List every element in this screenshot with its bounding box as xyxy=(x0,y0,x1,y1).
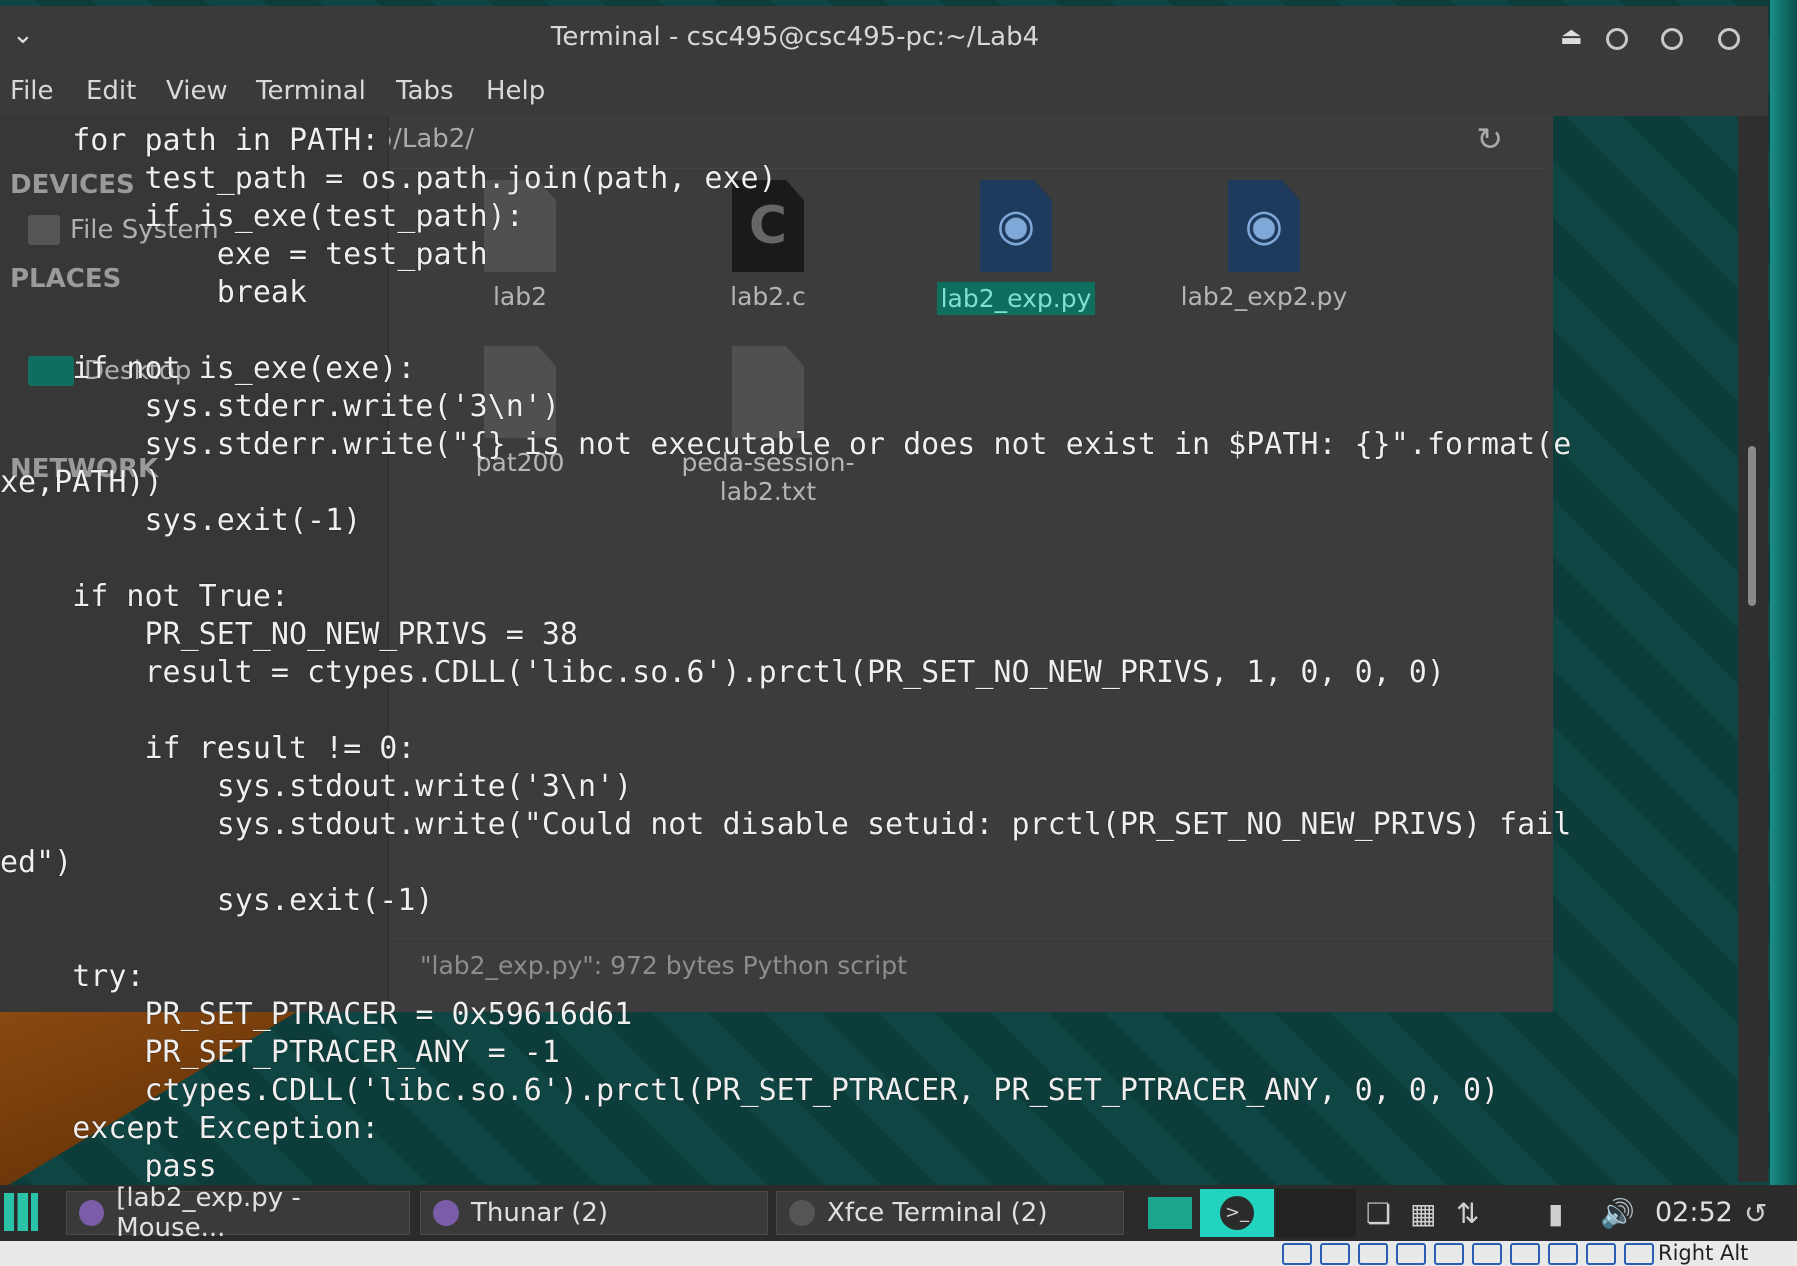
terminal-output[interactable]: for path in PATH: test_path = os.path.jo… xyxy=(0,116,1738,1182)
host-key-label: Right Alt xyxy=(1658,1241,1749,1265)
optical-icon[interactable] xyxy=(1320,1243,1350,1265)
menu-bar: File Edit View Terminal Tabs Help xyxy=(0,68,1768,116)
window-title: Terminal - csc495@csc495-pc:~/Lab4 xyxy=(550,22,1040,52)
terminal-line: result = ctypes.CDLL('libc.so.6').prctl(… xyxy=(0,655,1445,690)
menu-view[interactable]: View xyxy=(166,76,228,106)
task-thunar[interactable]: Thunar (2) xyxy=(420,1191,768,1235)
terminal-line: sys.exit(-1) xyxy=(0,503,362,538)
logout-icon[interactable]: ↺ xyxy=(1744,1197,1767,1230)
terminal-line: sys.exit(-1) xyxy=(0,883,434,918)
clipboard-icon[interactable]: ❏ xyxy=(1366,1197,1391,1230)
terminal-line: test_path = os.path.join(path, exe) xyxy=(0,161,777,196)
terminal-line: if result != 0: xyxy=(0,731,416,766)
menu-file[interactable]: File xyxy=(10,76,54,106)
volume-icon[interactable]: 🔊 xyxy=(1600,1197,1635,1230)
terminal-line: sys.stdout.write('3\n') xyxy=(0,769,633,804)
terminal-scrollbar[interactable] xyxy=(1738,116,1768,1182)
task-mousepad[interactable]: [lab2_exp.py - Mouse... xyxy=(66,1183,410,1243)
task-label: [lab2_exp.py - Mouse... xyxy=(116,1183,301,1243)
terminal-line: try: xyxy=(0,959,145,994)
menu-edit[interactable]: Edit xyxy=(86,76,136,106)
network-arrows-icon[interactable]: ⇅ xyxy=(1456,1197,1479,1230)
minimize-button[interactable] xyxy=(1606,28,1628,50)
thunar-icon xyxy=(433,1200,459,1226)
terminal-line: xe,PATH)) xyxy=(0,465,163,500)
terminal-line: break xyxy=(0,275,308,310)
title-bar[interactable]: ⌄ Terminal - csc495@csc495-pc:~/Lab4 ⏏ xyxy=(0,6,1768,68)
terminal-line: pass xyxy=(0,1149,217,1182)
manjaro-icon[interactable]: ▦ xyxy=(1410,1197,1436,1230)
display-icon[interactable] xyxy=(1510,1243,1540,1265)
mouse-integration-icon[interactable] xyxy=(1624,1243,1654,1265)
terminal-line: if not True: xyxy=(0,579,289,614)
terminal-window[interactable]: ⌄ Terminal - csc495@csc495-pc:~/Lab4 ⏏ F… xyxy=(0,0,1768,1185)
terminal-line: if not is_exe(exe): xyxy=(0,351,416,386)
terminal-line: PR_SET_PTRACER = 0x59616d61 xyxy=(0,997,633,1032)
terminal-line: sys.stderr.write("{} is not executable o… xyxy=(0,427,1572,462)
scrollbar-thumb[interactable] xyxy=(1748,446,1756,606)
task-terminal[interactable]: Xfce Terminal (2) xyxy=(776,1191,1124,1235)
terminal-line: exe = test_path xyxy=(0,237,488,272)
terminal-line: ctypes.CDLL('libc.so.6').prctl(PR_SET_PT… xyxy=(0,1073,1500,1108)
mousepad-icon xyxy=(79,1200,105,1226)
vbox-status-strip: Right Alt xyxy=(0,1241,1797,1266)
workspace-1[interactable] xyxy=(1148,1197,1192,1229)
hdd-icon[interactable] xyxy=(1282,1243,1312,1265)
menu-tabs[interactable]: Tabs xyxy=(396,76,454,106)
cpu-icon[interactable] xyxy=(1586,1243,1616,1265)
taskbar: [lab2_exp.py - Mouse... Thunar (2) Xfce … xyxy=(0,1183,1797,1243)
workspace-3[interactable] xyxy=(1276,1189,1356,1237)
menu-help[interactable]: Help xyxy=(486,76,545,106)
workspace-2-active[interactable]: >_ xyxy=(1200,1189,1274,1237)
terminal-line: sys.stdout.write("Could not disable setu… xyxy=(0,807,1572,842)
task-label: Xfce Terminal (2) xyxy=(827,1198,1048,1228)
terminal-line: if is_exe(test_path): xyxy=(0,199,524,234)
maximize-button[interactable] xyxy=(1661,28,1683,50)
shade-icon[interactable]: ⏏ xyxy=(1560,22,1583,50)
audio-icon[interactable] xyxy=(1358,1243,1388,1265)
app-menu-icon[interactable] xyxy=(4,1193,38,1231)
network-icon[interactable] xyxy=(1396,1243,1426,1265)
terminal-line: PR_SET_NO_NEW_PRIVS = 38 xyxy=(0,617,578,652)
usb-icon[interactable] xyxy=(1434,1243,1464,1265)
wallpaper-edge xyxy=(1770,0,1797,1190)
terminal-line: sys.stderr.write('3\n') xyxy=(0,389,560,424)
vbox-device-icons xyxy=(1282,1243,1654,1265)
terminal-prompt-icon: >_ xyxy=(1220,1196,1254,1230)
terminal-line: PR_SET_PTRACER_ANY = -1 xyxy=(0,1035,560,1070)
shared-folder-icon[interactable] xyxy=(1472,1243,1502,1265)
close-button[interactable] xyxy=(1718,28,1740,50)
recording-icon[interactable] xyxy=(1548,1243,1578,1265)
clock[interactable]: 02:52 xyxy=(1655,1197,1733,1228)
terminal-icon xyxy=(789,1200,815,1226)
task-label: Thunar (2) xyxy=(471,1198,609,1228)
terminal-line: ed") xyxy=(0,845,73,880)
menu-terminal[interactable]: Terminal xyxy=(256,76,366,106)
terminal-text: for path in PATH: test_path = os.path.jo… xyxy=(0,122,1571,1182)
battery-icon[interactable]: ▮ xyxy=(1548,1197,1563,1230)
terminal-line: for path in PATH: xyxy=(0,123,380,158)
terminal-line: except Exception: xyxy=(0,1111,380,1146)
